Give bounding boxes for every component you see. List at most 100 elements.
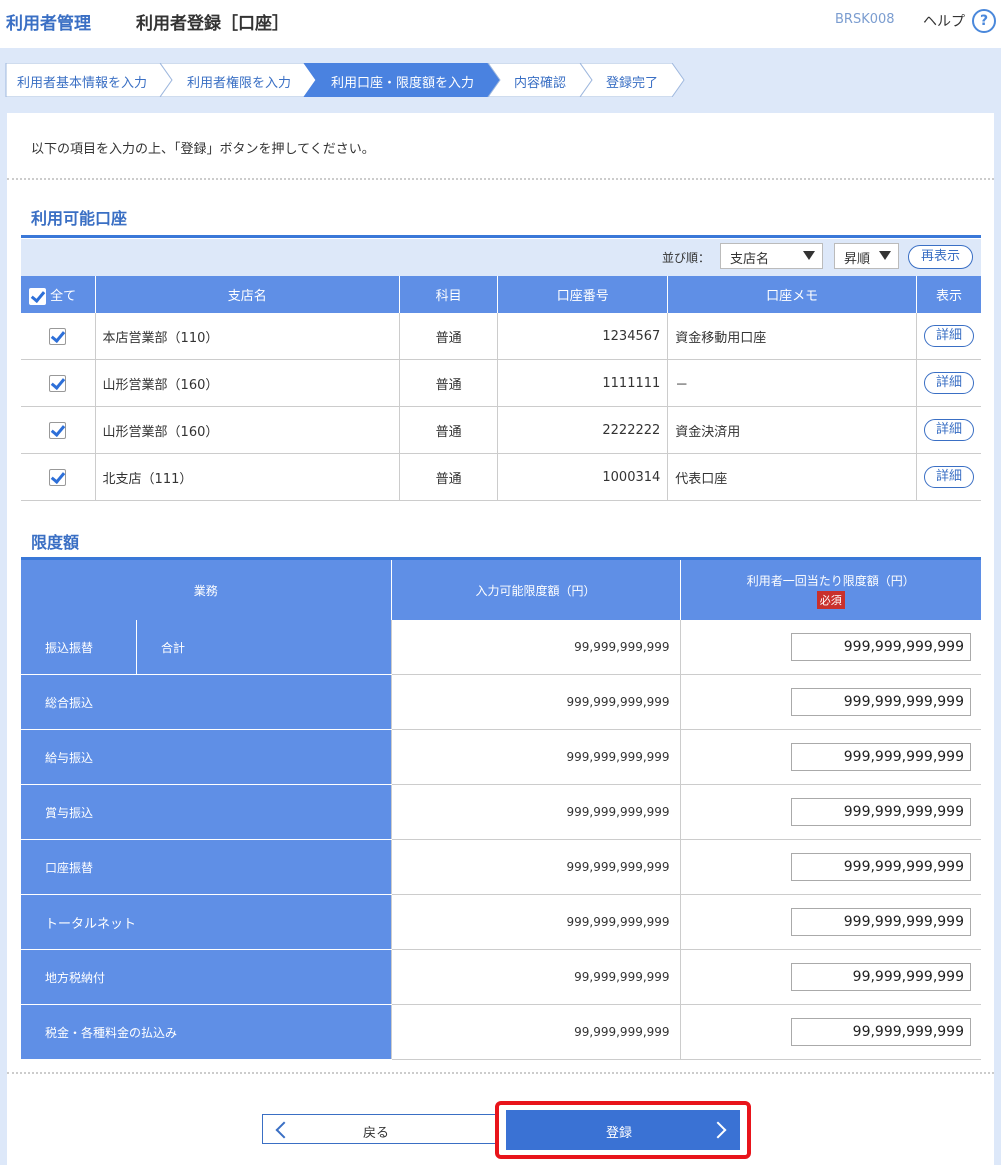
page-header: 利用者管理 利用者登録［口座］ BRSK008 ヘルプ ? [0,0,1001,42]
table-row: 地方税納付 99,999,999,999 99,999,999,999 [21,949,981,1005]
help-icon[interactable]: ? [972,9,996,33]
row-checkbox[interactable] [49,421,67,439]
business-cell: 口座振替 [21,839,392,895]
row-checkbox[interactable] [49,468,67,486]
table-row: 税金・各種料金の払込み 99,999,999,999 99,999,999,99… [21,1004,981,1060]
row-checkbox-cell[interactable] [21,359,96,407]
screen-code: BRSK008 [835,12,895,27]
table-row: 口座振替 999,999,999,999 999,999,999,999 [21,839,981,895]
step-2-label: 利用者権限を入力 [187,76,292,91]
subject-header: 科目 [399,276,499,313]
limits-table: 業務 入力可能限度額（円） 利用者一回当たり限度額（円） 必須 振込振替 合計 … [21,560,981,1060]
redisplay-button[interactable]: 再表示 [908,245,973,269]
branch-cell: 山形営業部（160） [95,406,401,454]
table-row: 北支店（111） 普通 1000314 代表口座 詳細 [21,453,981,501]
table-row: 給与振込 999,999,999,999 999,999,999,999 [21,729,981,785]
limit-input-cell: 999,999,999,999 [680,620,981,675]
limit-input-cell: 999,999,999,999 [680,894,981,950]
limit-input[interactable]: 999,999,999,999 [791,743,971,771]
branch-header: 支店名 [95,276,401,313]
limit-input-cell: 99,999,999,999 [680,949,981,1005]
accounts-header-row: 全て 支店名 科目 口座番号 口座メモ 表示 [21,276,981,313]
subject-cell: 普通 [399,406,499,454]
available-header: 入力可能限度額（円） [391,560,681,620]
chevron-down-icon [879,251,891,260]
limit-input[interactable]: 99,999,999,999 [791,1018,971,1046]
select-all-checkbox[interactable] [29,287,46,305]
detail-button[interactable]: 詳細 [924,372,974,394]
register-button[interactable]: 登録 [506,1110,740,1150]
chevron-left-icon [275,1121,293,1139]
limit-input[interactable]: 99,999,999,999 [791,963,971,991]
sort-order-value: 昇順 [844,252,871,267]
memo-cell: － [667,359,917,407]
limit-input[interactable]: 999,999,999,999 [791,853,971,881]
row-checkbox-cell[interactable] [21,406,96,454]
detail-cell: 詳細 [916,453,981,501]
branch-cell: 山形営業部（160） [95,359,401,407]
available-cell: 99,999,999,999 [390,620,681,675]
limit-input-cell: 999,999,999,999 [680,839,981,895]
memo-header: 口座メモ [667,276,917,313]
detail-button[interactable]: 詳細 [924,325,974,347]
step-4-label: 内容確認 [514,76,567,91]
memo-cell: 代表口座 [667,453,917,501]
divider [7,178,994,180]
sort-order-select[interactable]: 昇順 [834,243,899,269]
available-cell: 999,999,999,999 [390,729,681,785]
help-link[interactable]: ヘルプ [923,11,965,31]
accounts-title: 利用可能口座 [31,209,128,228]
step-5-label: 登録完了 [606,76,659,91]
limit-input[interactable]: 999,999,999,999 [791,688,971,716]
business-cell: 賞与振込 [21,784,392,840]
branch-cell: 本店営業部（110） [95,313,401,360]
limit-input[interactable]: 999,999,999,999 [791,633,971,661]
business-header: 業務 [21,560,392,620]
accounts-rule [21,235,981,238]
sort-field-select[interactable]: 支店名 [720,243,823,269]
chevron-right-icon [709,1121,727,1139]
step-3-label: 利用口座・限度額を入力 [331,76,475,91]
sort-field-value: 支店名 [730,252,770,267]
limit-input[interactable]: 999,999,999,999 [791,798,971,826]
table-row: トータルネット 999,999,999,999 999,999,999,999 [21,894,981,950]
limit-input[interactable]: 999,999,999,999 [791,908,971,936]
step-1-label: 利用者基本情報を入力 [17,76,148,91]
limits-header-row: 業務 入力可能限度額（円） 利用者一回当たり限度額（円） 必須 [21,560,981,620]
number-cell: 2222222 [497,406,669,454]
register-button-label: 登録 [606,1126,633,1141]
detail-cell: 詳細 [916,313,981,360]
accounts-table: 全て 支店名 科目 口座番号 口座メモ 表示 本店営業部（110） 普通 123… [21,276,981,501]
chevron-down-icon [803,251,815,260]
row-checkbox-cell[interactable] [21,453,96,501]
per-use-header: 利用者一回当たり限度額（円） 必須 [680,560,981,620]
memo-cell: 資金決済用 [667,406,917,454]
business-cell: 税金・各種料金の払込み [21,1004,392,1060]
available-cell: 999,999,999,999 [390,894,681,950]
row-checkbox-cell[interactable] [21,313,96,360]
subject-cell: 普通 [399,313,499,360]
back-button-label: 戻る [363,1126,390,1141]
detail-cell: 詳細 [916,406,981,454]
limits-title: 限度額 [31,533,80,552]
subject-cell: 普通 [399,359,499,407]
page-title: 利用者登録［口座］ [136,14,289,34]
row-checkbox[interactable] [49,327,67,345]
number-cell: 1000314 [497,453,669,501]
subject-cell: 普通 [399,453,499,501]
business-cell: 総合振込 [21,674,392,730]
business-cell: 振込振替 [21,620,137,675]
number-cell: 1234567 [497,313,669,360]
select-all-header[interactable]: 全て [21,276,96,313]
row-checkbox[interactable] [49,374,67,392]
table-row: 山形営業部（160） 普通 1111111 － 詳細 [21,359,981,407]
back-button[interactable]: 戻る [262,1114,496,1144]
sub-business-cell: 合計 [136,620,392,675]
sort-label: 並び順： [662,251,711,265]
detail-button[interactable]: 詳細 [924,466,974,488]
intro-text: 以下の項目を入力の上、「登録」ボタンを押してください。 [31,142,375,157]
per-use-header-label: 利用者一回当たり限度額（円） [746,573,915,588]
available-cell: 999,999,999,999 [390,784,681,840]
detail-button[interactable]: 詳細 [924,419,974,441]
section-title: 利用者管理 [6,14,91,34]
